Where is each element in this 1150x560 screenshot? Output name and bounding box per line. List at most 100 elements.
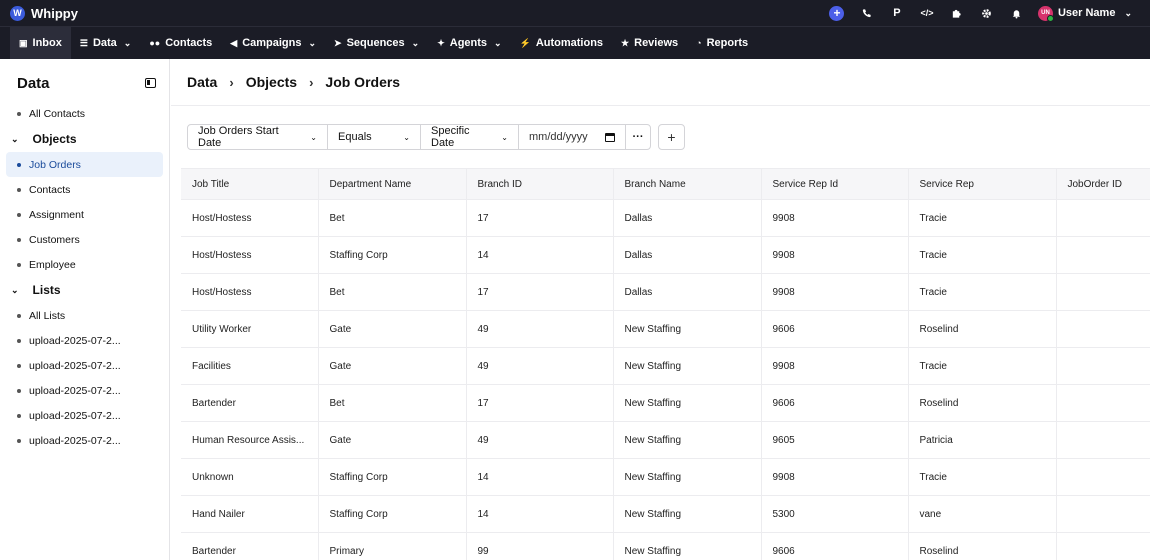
bullet-icon bbox=[17, 262, 21, 267]
column-header[interactable]: Service Rep Id bbox=[761, 168, 909, 200]
chevron-down-icon: ⌄ bbox=[11, 284, 19, 295]
table-row[interactable]: Hand Nailer Staffing Corp 14 New Staffing 53… bbox=[181, 495, 1150, 533]
table-row[interactable]: Utility Worker Gate 49 New Staffing 9606 Rose… bbox=[181, 310, 1150, 348]
gear-icon[interactable] bbox=[972, 0, 1002, 26]
sidebar-item-upload-2025-07-2[interactable]: upload-2025-07-2... bbox=[6, 403, 163, 428]
table-row[interactable]: Host/Hostess Bet 17 Dallas 9908 Tracie bbox=[181, 199, 1150, 237]
column-header[interactable]: Branch Name bbox=[613, 168, 762, 200]
sidebar-item-employee[interactable]: Employee bbox=[6, 252, 163, 277]
sidebar-item-job-orders[interactable]: Job Orders bbox=[6, 152, 163, 177]
bullet-icon bbox=[17, 313, 21, 318]
calendar-icon[interactable] bbox=[605, 132, 615, 142]
sidebar-item-assignment[interactable]: Assignment bbox=[6, 202, 163, 227]
table-cell: 5300 bbox=[761, 495, 909, 533]
table-row[interactable]: Unknown Staffing Corp 14 New Staffing 9908 Tr… bbox=[181, 458, 1150, 496]
filter-date-mode-select[interactable]: Specific Date ⌄ bbox=[421, 125, 519, 149]
sidebar-item-label: upload-2025-07-2... bbox=[29, 384, 121, 397]
phone-icon[interactable] bbox=[852, 0, 882, 26]
bullet-icon bbox=[17, 438, 21, 443]
sidebar-item-upload-2025-07-2[interactable]: upload-2025-07-2... bbox=[6, 328, 163, 353]
inbox-icon: ▣ bbox=[19, 37, 28, 48]
nav-item-contacts[interactable]: ●● Contacts bbox=[140, 27, 221, 60]
table-row[interactable]: Human Resource Assis... Gate 49 New Staffin… bbox=[181, 421, 1150, 459]
filter-field-select[interactable]: Job Orders Start Date ⌄ bbox=[188, 125, 328, 149]
add-filter-button[interactable]: + bbox=[658, 124, 685, 150]
sidebar-item-label: upload-2025-07-2... bbox=[29, 359, 121, 372]
plus-icon[interactable]: + bbox=[822, 0, 852, 26]
table-row[interactable]: Host/Hostess Staffing Corp 14 Dallas 9908 Tra… bbox=[181, 236, 1150, 274]
sidebar-item-upload-2025-07-2[interactable]: upload-2025-07-2... bbox=[6, 428, 163, 453]
table-cell bbox=[1056, 347, 1150, 385]
sidebar-item-all-lists[interactable]: All Lists bbox=[6, 303, 163, 328]
table-row[interactable]: Bartender Bet 17 New Staffing 9606 Roselind bbox=[181, 384, 1150, 422]
sidebar-item-label: All Lists bbox=[29, 309, 66, 322]
table-cell: 9908 bbox=[761, 347, 909, 385]
column-header[interactable]: Branch ID bbox=[466, 168, 614, 200]
table-cell: Gate bbox=[318, 421, 467, 459]
chevron-down-icon: ⌄ bbox=[123, 37, 132, 48]
table-cell: Tracie bbox=[908, 273, 1057, 311]
table-cell: vane bbox=[908, 495, 1057, 533]
column-header[interactable]: Service Rep bbox=[908, 168, 1057, 200]
chevron-down-icon: ⌄ bbox=[308, 37, 317, 48]
table-cell: Dallas bbox=[613, 273, 762, 311]
nav-item-label: Reviews bbox=[634, 37, 679, 49]
table-cell: Patricia bbox=[908, 421, 1057, 459]
nav-item-agents[interactable]: ✦ Agents ⌄ bbox=[428, 27, 510, 60]
top-icons: + P </> UN User Name ⌄ bbox=[822, 0, 1140, 26]
filter-date-input[interactable]: mm/dd/yyyy bbox=[519, 125, 626, 149]
sidebar-item-label: Customers bbox=[29, 233, 80, 246]
table-header-row: Job Title Department Name Branch ID Branch … bbox=[181, 168, 1150, 200]
filter-date-mode-label: Specific Date bbox=[431, 125, 470, 149]
sidebar-item-contacts[interactable]: Contacts bbox=[6, 177, 163, 202]
table-cell: 9908 bbox=[761, 236, 909, 274]
table-cell: 9908 bbox=[761, 458, 909, 496]
breadcrumb-objects[interactable]: Objects bbox=[246, 74, 297, 90]
nav-item-inbox[interactable]: ▣ Inbox bbox=[10, 26, 71, 60]
nav-item-data[interactable]: ☰ Data ⌄ bbox=[71, 27, 140, 60]
table-cell: Bartender bbox=[181, 384, 319, 422]
column-header[interactable]: Department Name bbox=[318, 168, 467, 200]
sidebar-section-objects[interactable]: ⌄ Objects bbox=[6, 126, 163, 152]
column-header[interactable]: Job Title bbox=[181, 168, 319, 200]
sidebar-collapse-icon[interactable] bbox=[145, 78, 156, 88]
bullet-icon bbox=[17, 338, 21, 343]
nav-item-automations[interactable]: ⚡ Automations bbox=[511, 27, 612, 60]
sidebar-item-upload-2025-07-2[interactable]: upload-2025-07-2... bbox=[6, 378, 163, 403]
user-menu[interactable]: UN User Name ⌄ bbox=[1037, 5, 1140, 22]
table-row[interactable]: Facilities Gate 49 New Staffing 9908 Tracie bbox=[181, 347, 1150, 385]
code-icon[interactable]: </> bbox=[912, 0, 942, 26]
sidebar-item-customers[interactable]: Customers bbox=[6, 227, 163, 252]
brand[interactable]: W Whippy bbox=[10, 5, 78, 21]
table-cell: Unknown bbox=[181, 458, 319, 496]
filter-more-button[interactable]: ··· bbox=[626, 125, 650, 149]
nav-item-sequences[interactable]: ➤ Sequences ⌄ bbox=[325, 27, 428, 60]
sidebar-item-label: Contacts bbox=[29, 183, 71, 196]
table-cell: New Staffing bbox=[613, 458, 762, 496]
p-icon[interactable]: P bbox=[882, 0, 912, 26]
column-header[interactable]: JobOrder ID bbox=[1056, 168, 1150, 200]
puzzle-icon[interactable] bbox=[942, 0, 972, 26]
table-cell: Primary bbox=[318, 532, 467, 560]
sidebar: Data All Contacts ⌄ Objects Job Orders Co… bbox=[0, 59, 170, 560]
sidebar-item-all-contacts[interactable]: All Contacts bbox=[6, 101, 163, 126]
table-cell: 17 bbox=[466, 384, 614, 422]
table-cell: 14 bbox=[466, 495, 614, 533]
nav-item-label: Sequences bbox=[346, 37, 405, 49]
sidebar-section-lists[interactable]: ⌄ Lists bbox=[6, 277, 163, 303]
bell-icon[interactable] bbox=[1002, 0, 1032, 26]
table-row[interactable]: Host/Hostess Bet 17 Dallas 9908 Tracie bbox=[181, 273, 1150, 311]
table-cell: 9606 bbox=[761, 532, 909, 560]
table-row[interactable]: Bartender Primary 99 New Staffing 9606 Roseli… bbox=[181, 532, 1150, 560]
filter-operator-select[interactable]: Equals ⌄ bbox=[328, 125, 421, 149]
nav-item-reviews[interactable]: ★ Reviews bbox=[612, 27, 687, 60]
nav-item-label: Contacts bbox=[165, 37, 213, 49]
table-cell: Staffing Corp bbox=[318, 458, 467, 496]
sidebar-item-upload-2025-07-2[interactable]: upload-2025-07-2... bbox=[6, 353, 163, 378]
top-bar: W Whippy + P </> UN User Name ⌄ bbox=[0, 0, 1150, 26]
breadcrumb-data[interactable]: Data bbox=[187, 74, 217, 90]
nav-item-label: Campaigns bbox=[242, 37, 302, 49]
nav-item-campaigns[interactable]: ◀ Campaigns ⌄ bbox=[221, 27, 325, 60]
sparkle-icon: ✦ bbox=[437, 37, 445, 48]
nav-item-reports[interactable]: ◔ Reports bbox=[687, 27, 757, 60]
